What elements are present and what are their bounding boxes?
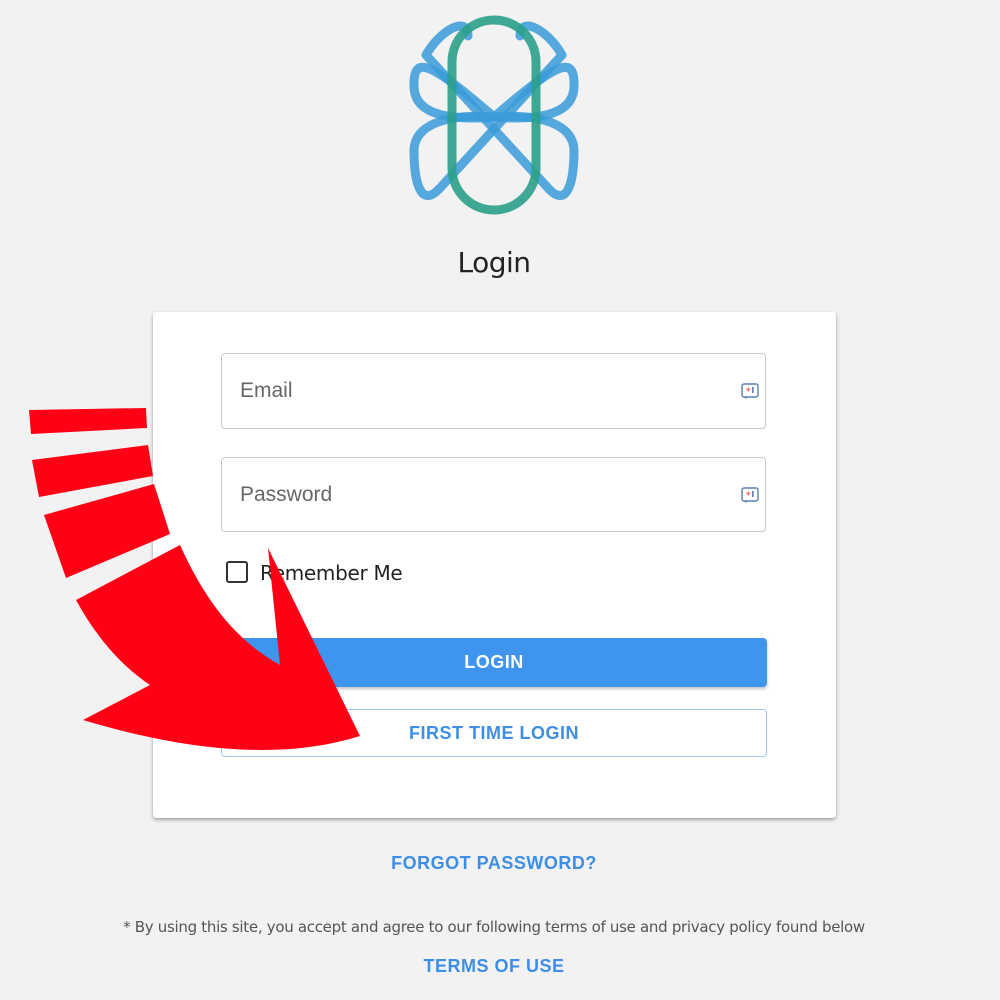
svg-text:*: * [746,491,751,501]
intertwined-loops-logo [409,15,579,215]
login-page: Login Email * Password * Remember Me LOG… [0,0,1000,1000]
forgot-password-link[interactable]: FORGOT PASSWORD? [0,853,988,874]
password-manager-icon[interactable]: * [740,485,760,505]
email-field[interactable]: Email * [221,353,766,429]
remember-me-label: Remember Me [260,561,403,585]
password-placeholder: Password [240,482,333,506]
page-title: Login [457,246,531,279]
password-field[interactable]: Password * [221,457,766,532]
terms-disclaimer: * By using this site, you accept and agr… [123,918,865,936]
terms-of-use-link[interactable]: TERMS OF USE [0,956,988,977]
remember-me-checkbox[interactable] [226,561,248,583]
password-manager-icon[interactable]: * [740,381,760,401]
svg-text:*: * [746,387,751,397]
first-time-login-button[interactable]: FIRST TIME LOGIN [221,709,767,757]
login-button[interactable]: LOGIN [221,638,767,687]
email-placeholder: Email [240,379,293,402]
